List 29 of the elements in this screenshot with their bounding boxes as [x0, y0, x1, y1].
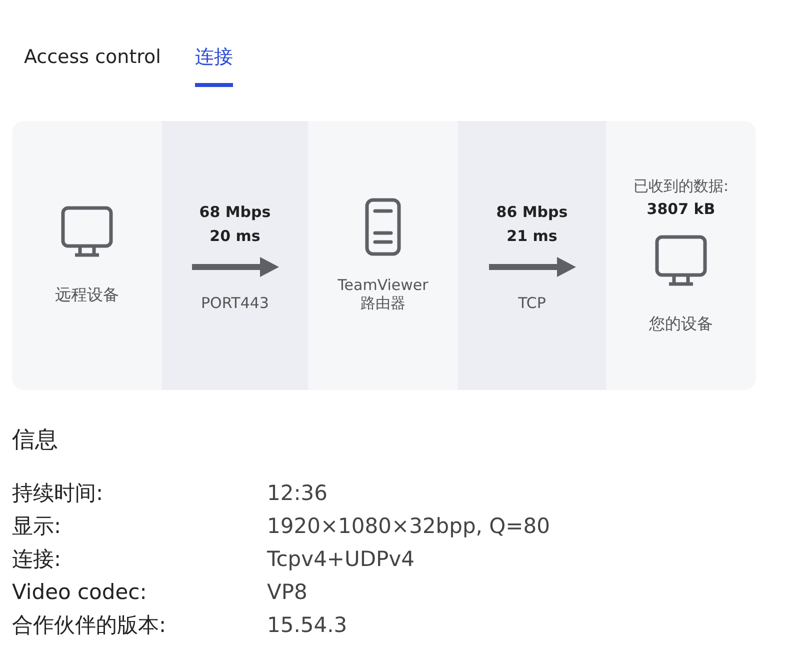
arrow-icon	[487, 256, 577, 278]
router-label: TeamViewer 路由器	[336, 276, 430, 313]
monitor-icon	[60, 205, 114, 259]
info-label: 连接:	[12, 546, 62, 573]
monitor-icon	[654, 234, 708, 288]
protocol-label: PORT443	[201, 294, 269, 312]
latency-value: 20 ms	[210, 226, 260, 246]
bandwidth-value: 68 Mbps	[199, 202, 271, 222]
info-value: 15.54.3	[267, 612, 348, 639]
tab[interactable]: 连接	[194, 40, 233, 87]
info-value: 12:36	[267, 480, 329, 507]
info-value: 1920×1080×32bpp, Q=80	[267, 513, 551, 540]
info-value: VP8	[267, 579, 308, 606]
latency-value: 21 ms	[506, 226, 558, 246]
device-label: 远程设备	[54, 285, 120, 306]
section-title: 信息	[12, 426, 59, 455]
tab[interactable]: Access control	[24, 40, 161, 87]
info-value: Tcpv4+UDPv4	[267, 546, 416, 573]
bandwidth-value: 86 Mbps	[496, 202, 568, 222]
info-label: 显示:	[12, 513, 62, 540]
info-label: Video codec:	[12, 579, 148, 606]
info-label: 合作伙伴的版本:	[12, 612, 168, 639]
info-label: 持续时间:	[12, 480, 104, 507]
device-label: 您的设备	[648, 314, 714, 334]
received-data-value: 3807 kB	[646, 200, 716, 218]
arrow-icon	[190, 256, 280, 278]
server-icon	[365, 198, 401, 256]
received-data-label: 已收到的数据:	[633, 176, 729, 196]
protocol-label: TCP	[518, 294, 546, 312]
